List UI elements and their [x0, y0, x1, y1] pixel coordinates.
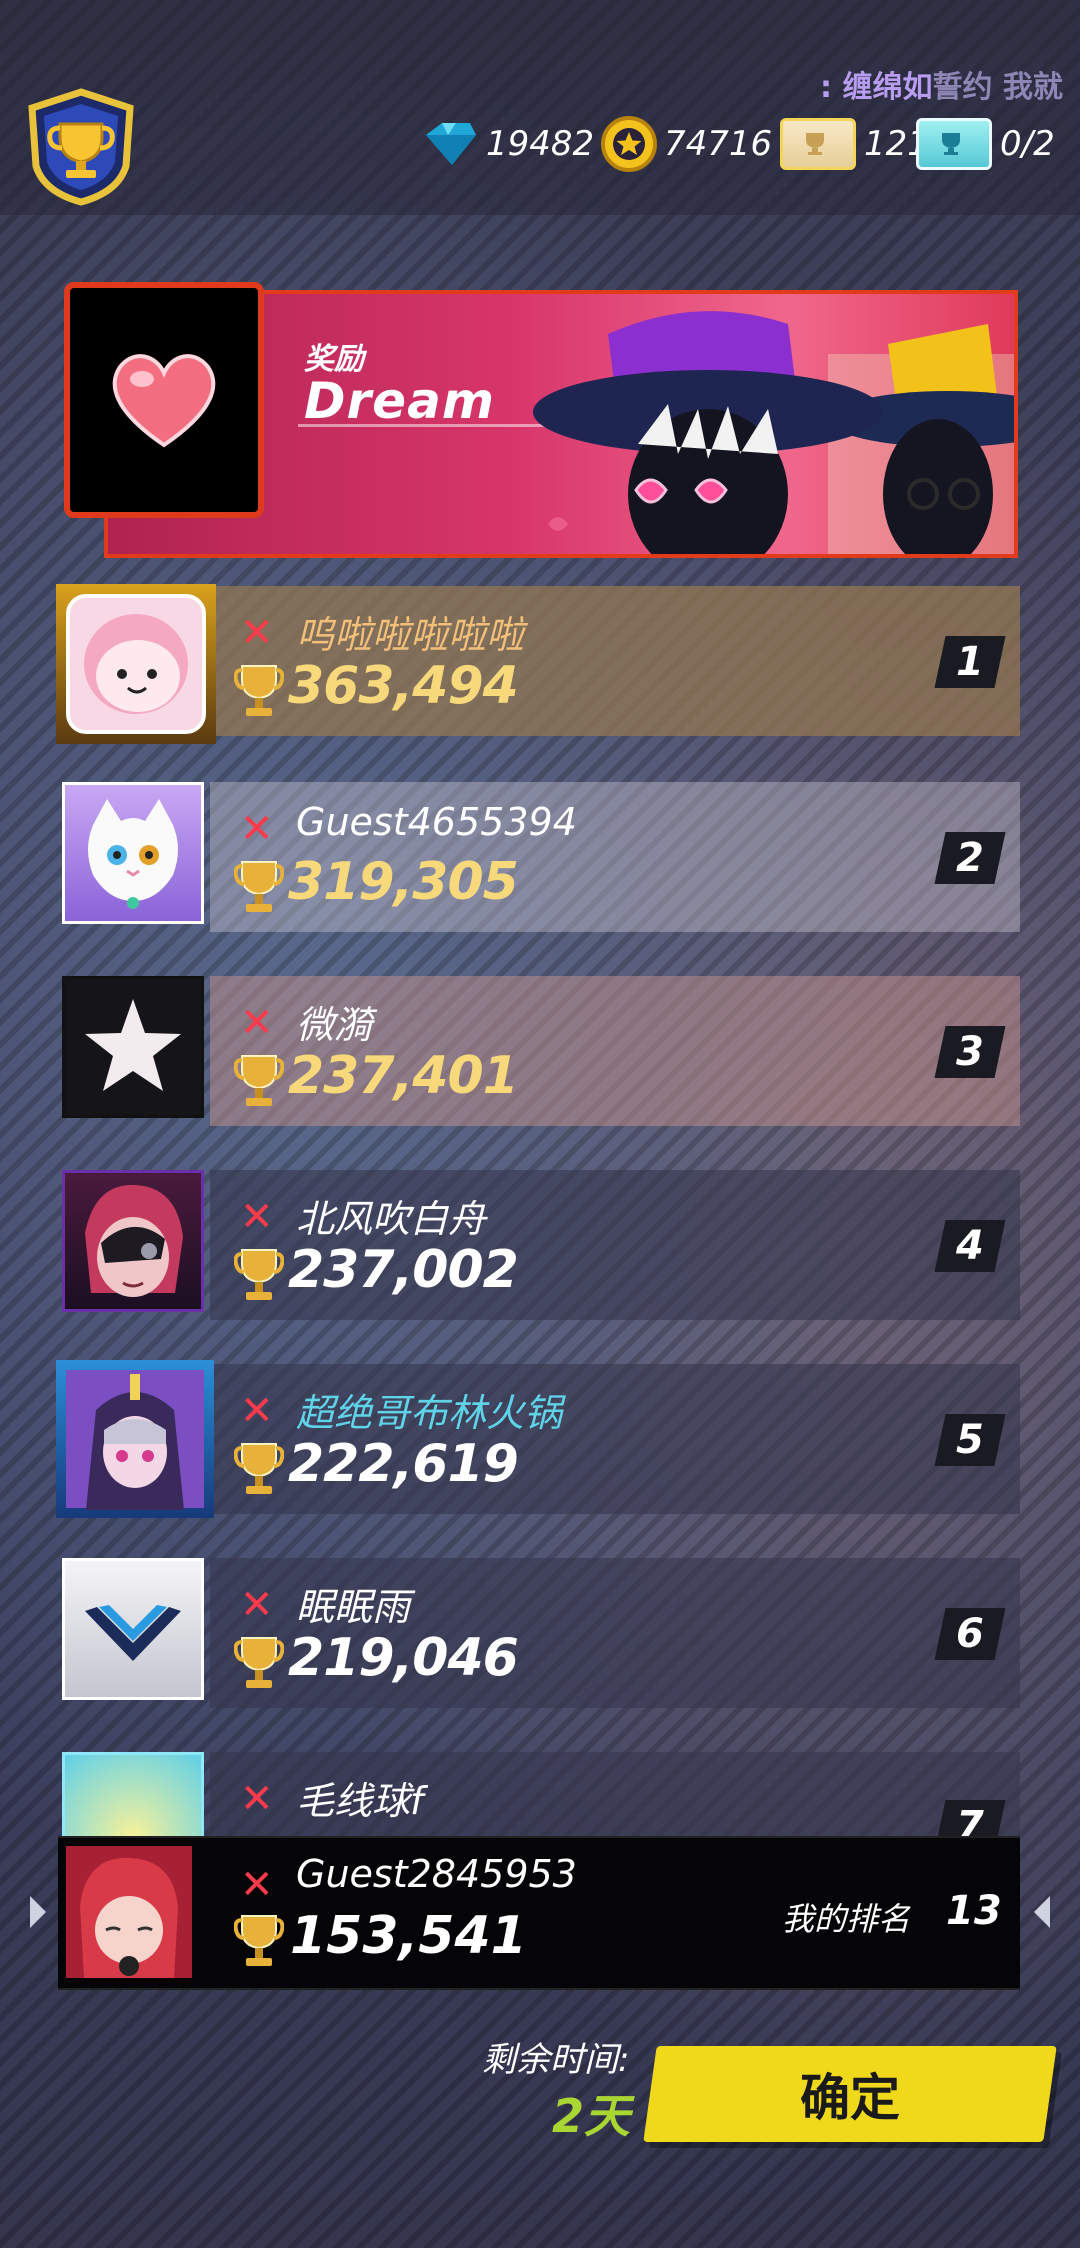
- remove-icon: ✕: [240, 1000, 274, 1046]
- gold-coin-count: 74716: [664, 124, 773, 164]
- player-score: 319,305: [288, 852, 519, 912]
- scrolling-ticker: : 缠绵如誓约 我就: [820, 62, 1080, 106]
- currency-diamond[interactable]: 19482: [422, 116, 594, 172]
- avatar[interactable]: [62, 1752, 204, 1836]
- my-rank-number: 13: [946, 1888, 1002, 1934]
- diamond-count: 19482: [486, 124, 595, 164]
- rank-badge: 5: [934, 1414, 1006, 1466]
- remove-icon: ✕: [240, 1862, 274, 1908]
- currency-blue-ticket[interactable]: 0/2: [916, 116, 1055, 172]
- avatar[interactable]: [62, 1170, 204, 1312]
- remove-icon: ✕: [240, 1582, 274, 1628]
- player-score: 237,002: [288, 1240, 519, 1300]
- my-avatar[interactable]: [66, 1846, 192, 1978]
- player-name: 北风吹白舟: [296, 1197, 487, 1241]
- rank-row-1[interactable]: ✕ 呜啦啦啦啦啦 363,494 1: [56, 584, 1020, 744]
- my-player-score: 153,541: [290, 1906, 527, 1966]
- my-rank-row[interactable]: ✕ Guest2845953 153,541 我的排名 13: [58, 1836, 1020, 1990]
- rank-row-6[interactable]: ✕ 眠眠雨 219,046 6: [62, 1558, 1020, 1708]
- reward-character-art: [533, 311, 1014, 554]
- ticker-text: 缠绵如: [842, 70, 933, 105]
- gold-ticket-icon: [780, 118, 856, 170]
- confirm-button-label: 确定: [800, 2069, 900, 2127]
- trophy-icon: [234, 665, 284, 716]
- player-name: 眠眠雨: [296, 1585, 411, 1629]
- top-bar: [0, 0, 1080, 215]
- rank-badge: 1: [934, 636, 1006, 688]
- diamond-icon: [426, 123, 476, 165]
- player-score: 237,401: [288, 1046, 519, 1106]
- rank-row-5[interactable]: ✕ 超绝哥布林火锅 222,619 5: [56, 1360, 1020, 1518]
- remove-icon: ✕: [240, 806, 274, 852]
- scroll-right-arrow-icon[interactable]: [1034, 1896, 1050, 1928]
- trophy-icon: [234, 861, 284, 912]
- player-name: 微漪: [296, 1003, 373, 1047]
- player-name: 毛线球f: [296, 1779, 424, 1823]
- remove-icon: ✕: [240, 1194, 274, 1240]
- ticker-text-dim: 誓约 我就: [932, 70, 1063, 105]
- rank-badge: 6: [934, 1608, 1006, 1660]
- ticker-prefix: :: [820, 70, 832, 105]
- confirm-button[interactable]: 确定: [643, 2046, 1057, 2142]
- rank-badge: 7: [934, 1800, 1006, 1836]
- trophy-icon: [234, 1055, 284, 1106]
- rank-row-3[interactable]: ✕ 微漪 237,401 3: [62, 976, 1020, 1126]
- rank-badge: 3: [934, 1026, 1006, 1078]
- rank-row-7[interactable]: ✕ 毛线球f 7: [62, 1752, 1020, 1836]
- scroll-left-arrow-icon[interactable]: [30, 1896, 46, 1928]
- rank-badge: 4: [934, 1220, 1006, 1272]
- rank-row-4[interactable]: ✕ 北风吹白舟 237,002 4: [62, 1170, 1020, 1320]
- player-score: 219,046: [288, 1628, 519, 1688]
- trophy-icon: [234, 1915, 284, 1966]
- avatar[interactable]: [62, 1558, 204, 1700]
- rank-badge: 2: [934, 832, 1006, 884]
- player-name: 呜啦啦啦啦啦: [296, 613, 525, 657]
- reward-item-slot[interactable]: [64, 282, 264, 518]
- remove-icon: ✕: [240, 1776, 274, 1822]
- gold-coin-icon: [601, 116, 657, 172]
- currency-gold-ticket[interactable]: 121: [780, 116, 929, 172]
- blue-ticket-icon: [916, 118, 992, 170]
- remaining-time-value: 2天: [552, 2089, 631, 2143]
- rank-row-2[interactable]: ✕ Guest4655394 319,305 2: [62, 782, 1020, 932]
- remove-icon: ✕: [240, 1388, 274, 1434]
- trophy-icon: [234, 1637, 284, 1688]
- heart-icon: [112, 354, 216, 448]
- player-score: 363,494: [288, 656, 519, 716]
- remove-icon: ✕: [240, 610, 274, 656]
- trophy-icon: [234, 1249, 284, 1300]
- reward-title: Dream: [304, 372, 495, 430]
- trophy-icon: [234, 1443, 284, 1494]
- my-player-name: Guest2845953: [296, 1852, 577, 1896]
- avatar[interactable]: [56, 584, 216, 744]
- avatar[interactable]: [62, 782, 204, 924]
- trophy-badge-icon[interactable]: [22, 88, 140, 206]
- player-name: 超绝哥布林火锅: [296, 1391, 563, 1435]
- avatar[interactable]: [56, 1360, 214, 1518]
- player-name: Guest4655394: [296, 800, 577, 844]
- blue-ticket-count: 0/2: [1000, 124, 1055, 164]
- currency-gold-coin[interactable]: 74716: [600, 116, 772, 172]
- avatar[interactable]: [62, 976, 204, 1118]
- remaining-time-label: 剩余时间:: [482, 2040, 630, 2080]
- player-score: 222,619: [288, 1434, 519, 1494]
- my-rank-label: 我的排名: [782, 1900, 911, 1938]
